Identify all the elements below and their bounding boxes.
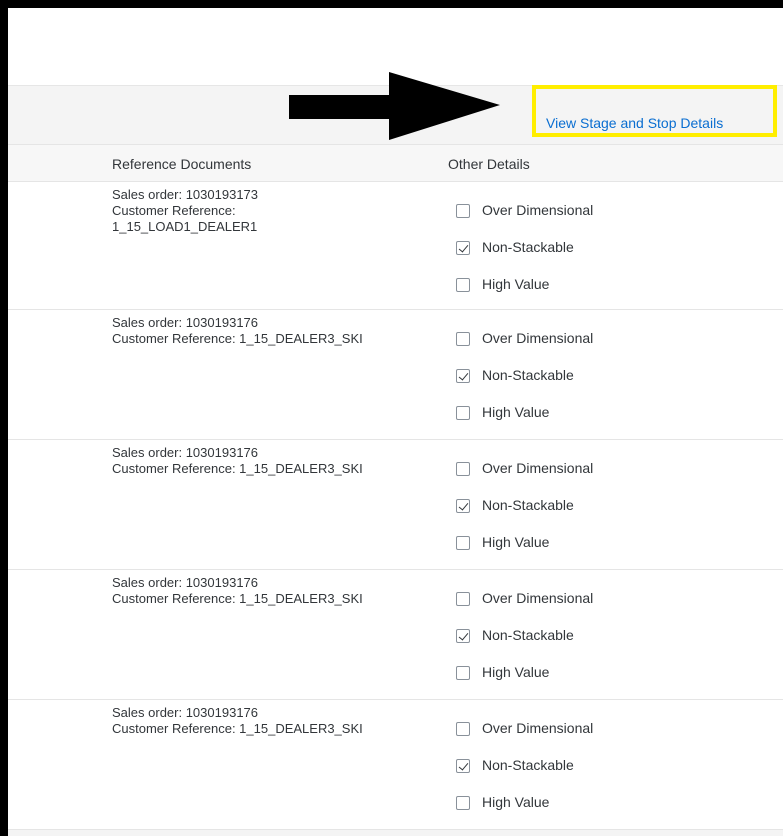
non-stackable-checkbox[interactable] <box>456 241 470 255</box>
high-value-option[interactable]: High Value <box>456 662 593 699</box>
other-details-cell: Over Dimensional Non-Stackable High Valu… <box>456 588 593 699</box>
non-stackable-option[interactable]: Non-Stackable <box>456 237 593 274</box>
over-dimensional-option[interactable]: Over Dimensional <box>456 588 593 625</box>
over-dimensional-option[interactable]: Over Dimensional <box>456 458 593 495</box>
customer-reference-text: Customer Reference: 1_15_DEALER3_SKI <box>112 331 363 346</box>
customer-reference-text: Customer Reference: 1_15_DEALER3_SKI <box>112 721 363 736</box>
non-stackable-checkbox[interactable] <box>456 499 470 513</box>
non-stackable-checkbox[interactable] <box>456 629 470 643</box>
screenshot-frame: View Stage and Stop Details Reference Do… <box>0 0 783 836</box>
checkbox-label: Over Dimensional <box>482 460 594 476</box>
column-header-reference-documents: Reference Documents <box>112 156 252 172</box>
page-content: View Stage and Stop Details Reference Do… <box>8 8 783 836</box>
arrow-shape <box>289 72 500 140</box>
reference-documents-cell: Sales order: 1030193176 Customer Referen… <box>112 705 422 737</box>
reference-documents-cell: Sales order: 1030193176 Customer Referen… <box>112 445 422 477</box>
other-details-cell: Over Dimensional Non-Stackable High Valu… <box>456 200 593 311</box>
non-stackable-option[interactable]: Non-Stackable <box>456 365 593 402</box>
checkbox-label: Over Dimensional <box>482 330 594 346</box>
checkbox-label: High Value <box>482 404 550 420</box>
customer-reference-text: Customer Reference: 1_15_DEALER3_SKI <box>112 591 363 606</box>
over-dimensional-option[interactable]: Over Dimensional <box>456 718 593 755</box>
view-stage-and-stop-details-link[interactable]: View Stage and Stop Details <box>546 115 723 131</box>
bottom-strip <box>8 830 783 836</box>
checkbox-label: Non-Stackable <box>482 627 574 643</box>
checkbox-label: Non-Stackable <box>482 367 574 383</box>
table-body: Sales order: 1030193173 Customer Referen… <box>8 182 783 830</box>
column-header-other-details: Other Details <box>448 156 530 172</box>
checkbox-label: High Value <box>482 276 550 292</box>
non-stackable-option[interactable]: Non-Stackable <box>456 625 593 662</box>
over-dimensional-checkbox[interactable] <box>456 462 470 476</box>
right-arrow-icon <box>289 72 500 140</box>
high-value-option[interactable]: High Value <box>456 402 593 439</box>
checkbox-label: High Value <box>482 664 550 680</box>
over-dimensional-option[interactable]: Over Dimensional <box>456 328 593 365</box>
other-details-cell: Over Dimensional Non-Stackable High Valu… <box>456 458 593 569</box>
table-row: Sales order: 1030193176 Customer Referen… <box>8 440 783 570</box>
over-dimensional-option[interactable]: Over Dimensional <box>456 200 593 237</box>
sales-order-text: Sales order: 1030193176 <box>112 575 259 590</box>
sales-order-text: Sales order: 1030193176 <box>112 315 259 330</box>
checkbox-label: Over Dimensional <box>482 590 594 606</box>
checkbox-label: Over Dimensional <box>482 720 594 736</box>
over-dimensional-checkbox[interactable] <box>456 592 470 606</box>
checkbox-label: Non-Stackable <box>482 239 574 255</box>
reference-documents-cell: Sales order: 1030193176 Customer Referen… <box>112 315 422 347</box>
table-row: Sales order: 1030193176 Customer Referen… <box>8 570 783 700</box>
customer-reference-value: 1_15_LOAD1_DEALER1 <box>112 219 258 234</box>
sales-order-text: Sales order: 1030193173 <box>112 187 259 202</box>
over-dimensional-checkbox[interactable] <box>456 204 470 218</box>
table-row: Sales order: 1030193176 Customer Referen… <box>8 310 783 440</box>
other-details-cell: Over Dimensional Non-Stackable High Valu… <box>456 718 593 829</box>
over-dimensional-checkbox[interactable] <box>456 332 470 346</box>
high-value-checkbox[interactable] <box>456 796 470 810</box>
checkbox-label: Non-Stackable <box>482 497 574 513</box>
high-value-checkbox[interactable] <box>456 536 470 550</box>
high-value-option[interactable]: High Value <box>456 274 593 311</box>
customer-reference-text: Customer Reference: 1_15_DEALER3_SKI <box>112 461 363 476</box>
over-dimensional-checkbox[interactable] <box>456 722 470 736</box>
other-details-cell: Over Dimensional Non-Stackable High Valu… <box>456 328 593 439</box>
checkbox-label: High Value <box>482 794 550 810</box>
table-row: Sales order: 1030193173 Customer Referen… <box>8 182 783 310</box>
non-stackable-option[interactable]: Non-Stackable <box>456 755 593 792</box>
high-value-option[interactable]: High Value <box>456 792 593 829</box>
non-stackable-checkbox[interactable] <box>456 369 470 383</box>
checkbox-label: High Value <box>482 534 550 550</box>
reference-documents-cell: Sales order: 1030193173 Customer Referen… <box>112 187 422 235</box>
customer-reference-text: Customer Reference: <box>112 203 236 218</box>
reference-documents-cell: Sales order: 1030193176 Customer Referen… <box>112 575 422 607</box>
sales-order-text: Sales order: 1030193176 <box>112 705 259 720</box>
non-stackable-option[interactable]: Non-Stackable <box>456 495 593 532</box>
checkbox-label: Non-Stackable <box>482 757 574 773</box>
checkbox-label: Over Dimensional <box>482 202 594 218</box>
high-value-option[interactable]: High Value <box>456 532 593 569</box>
high-value-checkbox[interactable] <box>456 406 470 420</box>
high-value-checkbox[interactable] <box>456 278 470 292</box>
high-value-checkbox[interactable] <box>456 666 470 680</box>
table-row: Sales order: 1030193176 Customer Referen… <box>8 700 783 830</box>
non-stackable-checkbox[interactable] <box>456 759 470 773</box>
table-header-row: Reference Documents Other Details <box>8 144 783 182</box>
sales-order-text: Sales order: 1030193176 <box>112 445 259 460</box>
